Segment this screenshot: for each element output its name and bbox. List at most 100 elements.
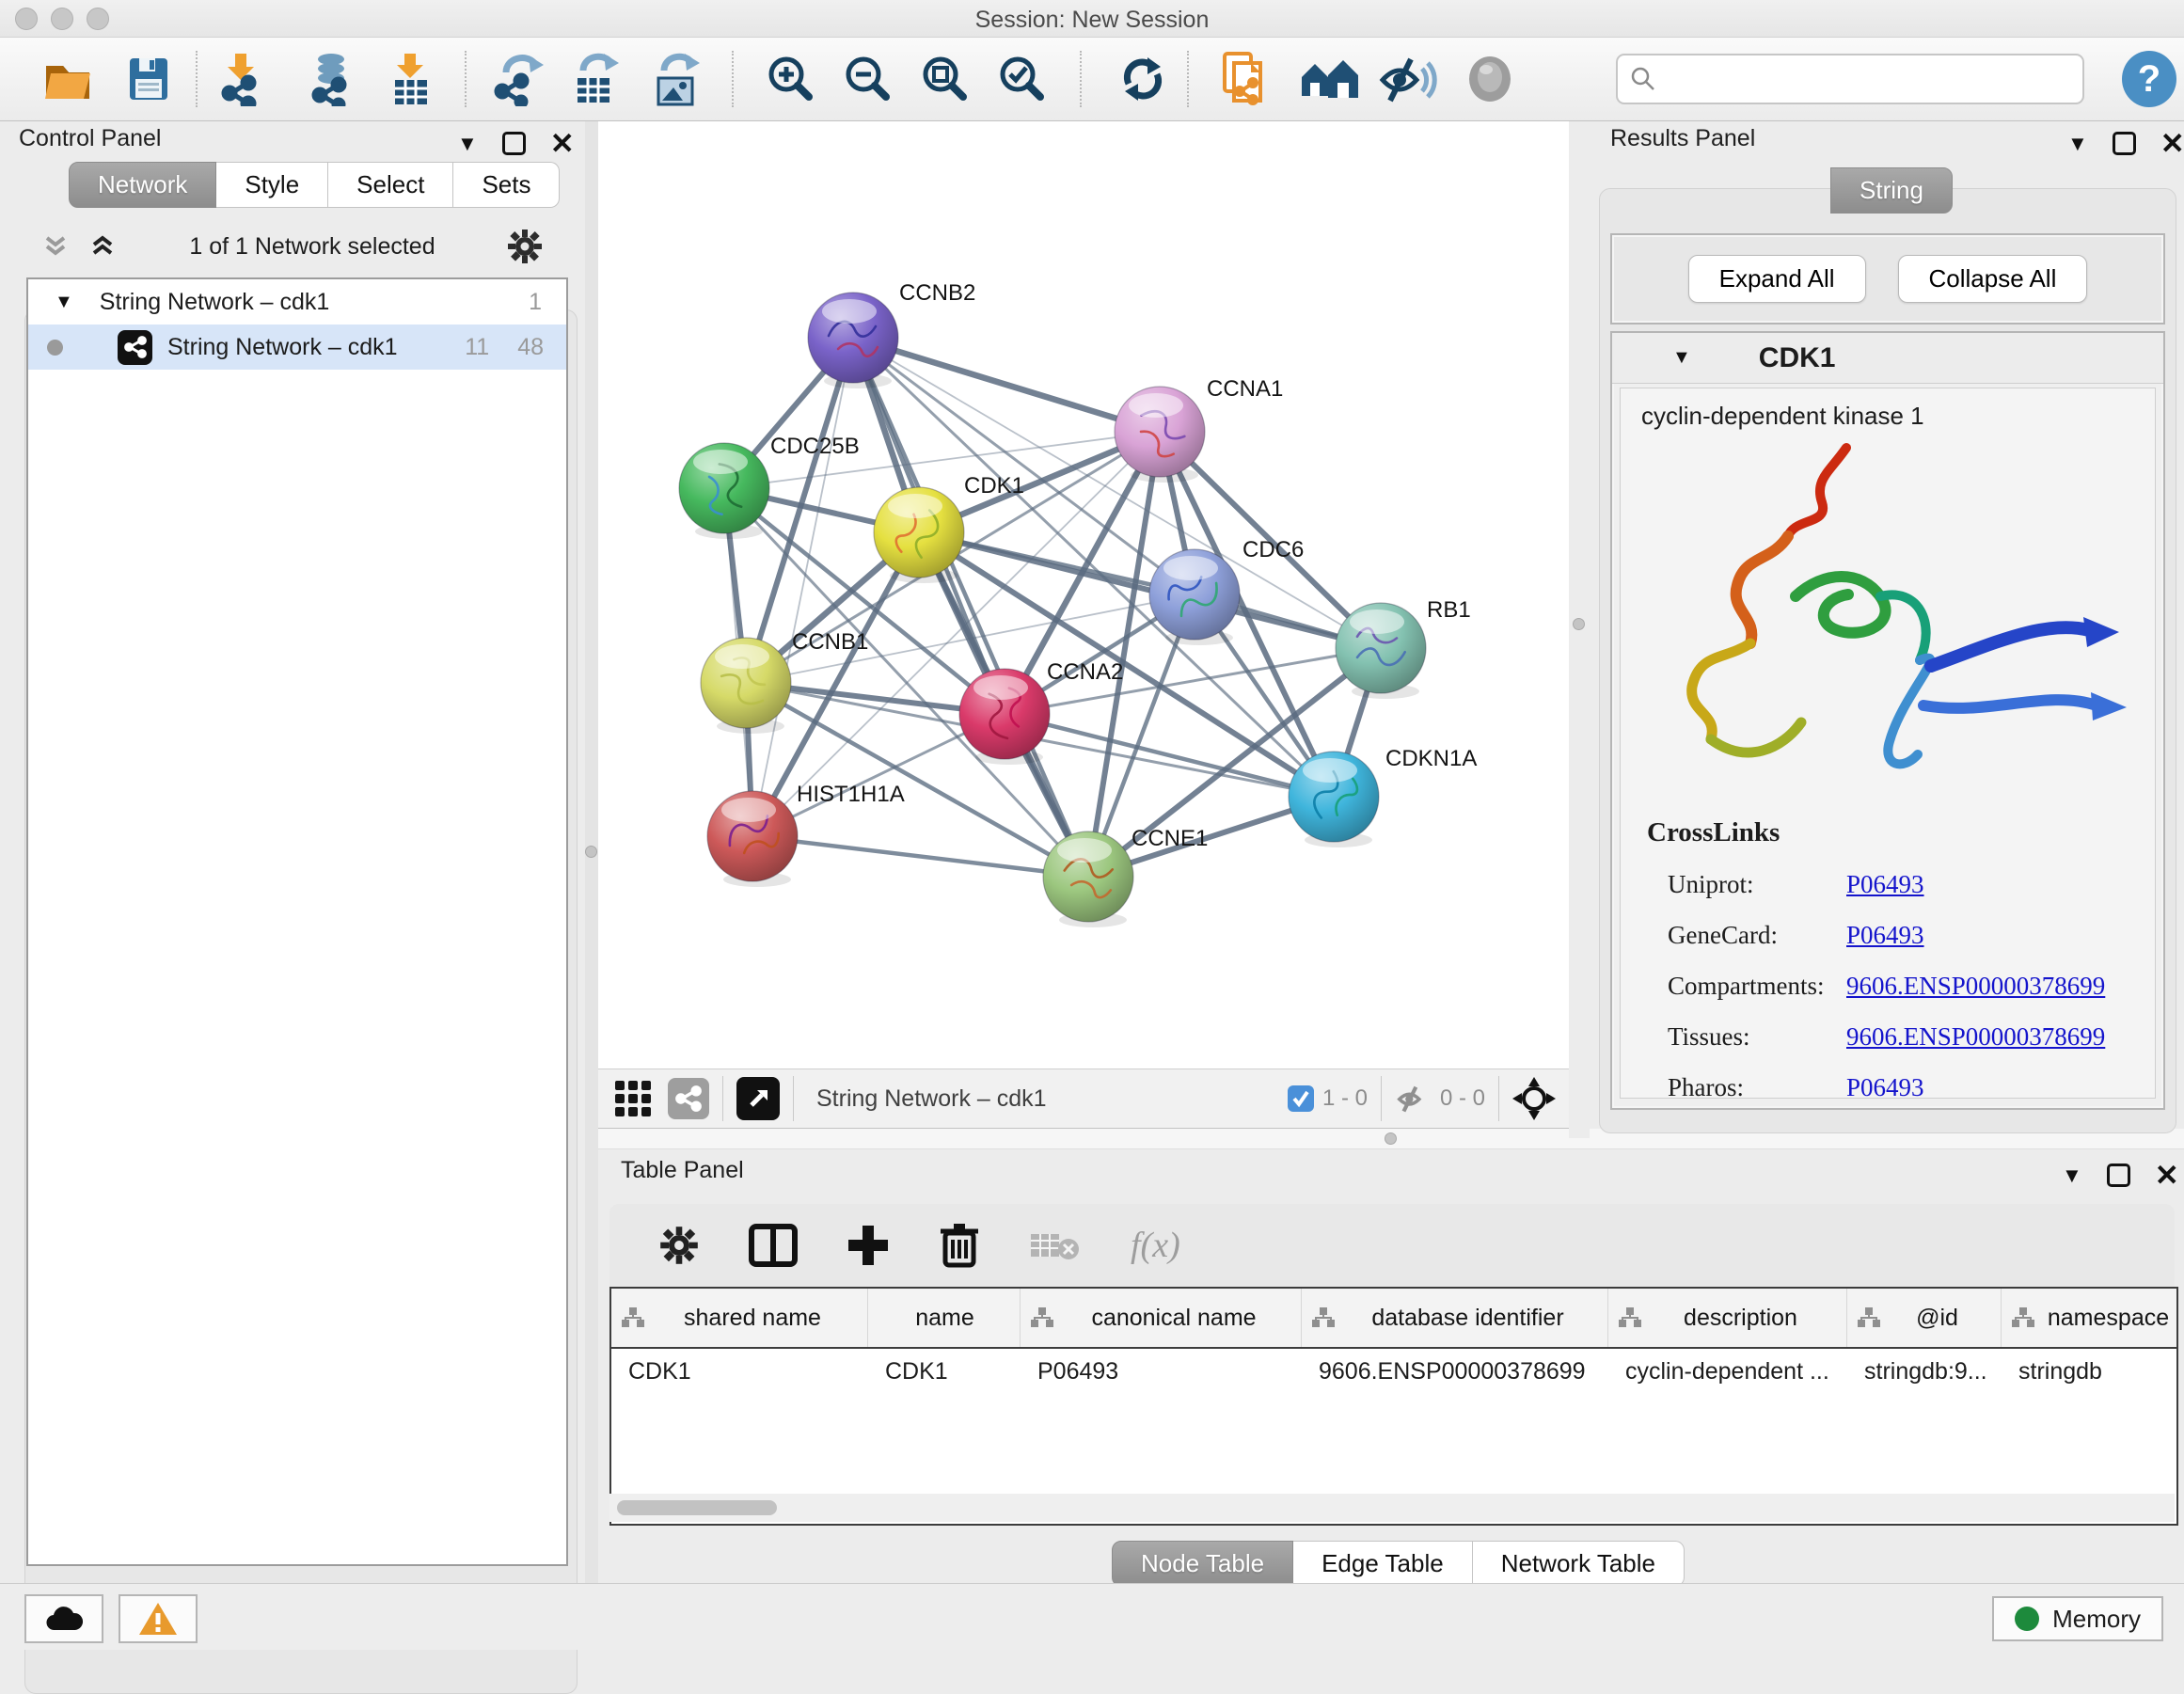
column-header-name[interactable]: name bbox=[868, 1289, 1021, 1347]
collapse-panel-button[interactable]: ▼ bbox=[2062, 1164, 2082, 1188]
table-cell[interactable]: CDK1 bbox=[611, 1358, 868, 1385]
table-row[interactable]: CDK1CDK1P064939606.ENSP00000378699cyclin… bbox=[611, 1349, 2176, 1394]
network-overview-icon[interactable] bbox=[668, 1078, 709, 1119]
gene-header-row[interactable]: ▼ CDK1 bbox=[1612, 333, 2163, 384]
search-field[interactable] bbox=[1616, 54, 2084, 104]
import-network-database-button[interactable] bbox=[303, 52, 361, 106]
export-table-button[interactable] bbox=[568, 52, 625, 106]
network-list: ▼ String Network – cdk1 1 String Network… bbox=[26, 277, 568, 1566]
open-session-button[interactable] bbox=[41, 53, 94, 105]
table-cell[interactable]: stringdb bbox=[2002, 1358, 2178, 1385]
warnings-button[interactable] bbox=[119, 1594, 198, 1643]
table-options-gear-icon[interactable] bbox=[658, 1225, 700, 1266]
network-canvas[interactable]: CCNB2CCNA1CDC25BCDK1CDC6RB1CCNB1CCNA2CDK… bbox=[598, 121, 1569, 1069]
crosslinks-section: CrossLinks Uniprot: P06493 GeneCard: P06… bbox=[1621, 817, 2155, 1099]
zoom-selected-button[interactable] bbox=[995, 52, 1050, 106]
zoom-in-button[interactable] bbox=[764, 52, 818, 106]
selected-checkbox-icon[interactable] bbox=[1287, 1084, 1315, 1113]
expand-all-button[interactable]: Expand All bbox=[1688, 255, 1866, 303]
node-details-box: ▼ CDK1 cyclin-dependent kinase 1 bbox=[1610, 331, 2165, 1110]
float-panel-button[interactable] bbox=[502, 132, 526, 155]
grid-view-icon[interactable] bbox=[613, 1079, 653, 1118]
table-cell[interactable]: stringdb:9... bbox=[1847, 1358, 2002, 1385]
tab-select[interactable]: Select bbox=[328, 162, 453, 208]
tab-style[interactable]: Style bbox=[216, 162, 328, 208]
float-panel-button[interactable] bbox=[2107, 1164, 2130, 1187]
crosslink-link[interactable]: P06493 bbox=[1846, 1073, 1924, 1099]
tab-node-table[interactable]: Node Table bbox=[1112, 1541, 1293, 1587]
table-tabs: Node Table Edge Table Network Table bbox=[1112, 1541, 1685, 1587]
show-columns-icon[interactable] bbox=[749, 1224, 798, 1267]
birdseye-toggle-icon[interactable] bbox=[736, 1077, 780, 1120]
collection-expand-icon[interactable]: ▼ bbox=[55, 292, 73, 313]
network-graph[interactable]: CCNB2CCNA1CDC25BCDK1CDC6RB1CCNB1CCNA2CDK… bbox=[598, 121, 1569, 1069]
divider-handle[interactable] bbox=[1385, 1132, 1397, 1145]
collapse-all-networks-icon[interactable] bbox=[87, 230, 119, 262]
table-cell[interactable]: 9606.ENSP00000378699 bbox=[1302, 1358, 1608, 1385]
network-row[interactable]: String Network – cdk1 11 48 bbox=[28, 325, 566, 370]
tab-network[interactable]: Network bbox=[69, 162, 216, 208]
divider-handle[interactable] bbox=[1573, 618, 1585, 630]
network-edge-ccnb2-hist1h1a[interactable] bbox=[752, 338, 853, 836]
show-graphics-button[interactable] bbox=[1464, 53, 1516, 105]
table-horizontal-scrollbar[interactable] bbox=[609, 1494, 2175, 1522]
collapse-panel-button[interactable]: ▼ bbox=[457, 132, 478, 156]
table-cell[interactable]: P06493 bbox=[1021, 1358, 1302, 1385]
panel-divider[interactable] bbox=[1569, 121, 1590, 1138]
gene-expand-icon[interactable]: ▼ bbox=[1672, 347, 1691, 369]
tab-network-table[interactable]: Network Table bbox=[1473, 1541, 1685, 1587]
collapse-all-button[interactable]: Collapse All bbox=[1898, 255, 2088, 303]
tab-string[interactable]: String bbox=[1830, 167, 1953, 214]
expand-all-networks-icon[interactable] bbox=[40, 230, 71, 262]
close-panel-button[interactable]: ✕ bbox=[550, 129, 575, 158]
memory-button[interactable]: Memory bbox=[1992, 1596, 2163, 1641]
collapse-panel-button[interactable]: ▼ bbox=[2067, 132, 2088, 156]
column-header-database-identifier[interactable]: database identifier bbox=[1302, 1289, 1608, 1347]
help-button[interactable]: ? bbox=[2122, 51, 2176, 107]
fit-selected-crosshair-icon[interactable] bbox=[1512, 1077, 1556, 1120]
tab-edge-table[interactable]: Edge Table bbox=[1293, 1541, 1473, 1587]
column-header-shared-name[interactable]: shared name bbox=[611, 1289, 868, 1347]
hidden-eye-slash-icon[interactable] bbox=[1395, 1083, 1432, 1115]
zoom-out-button[interactable] bbox=[841, 52, 895, 106]
save-session-button[interactable] bbox=[122, 53, 175, 105]
apply-layout-button[interactable] bbox=[1116, 52, 1170, 106]
crosslink-link[interactable]: 9606.ENSP00000378699 bbox=[1846, 972, 2105, 1001]
network-options-gear-icon[interactable] bbox=[506, 228, 544, 265]
scrollbar-thumb[interactable] bbox=[617, 1500, 777, 1515]
cloud-button[interactable] bbox=[24, 1594, 103, 1643]
column-label: description bbox=[1642, 1305, 1846, 1332]
column-header-namespace[interactable]: namespace bbox=[2002, 1289, 2178, 1347]
close-panel-button[interactable]: ✕ bbox=[2155, 1161, 2179, 1190]
annotations-button[interactable] bbox=[1217, 50, 1274, 108]
network-view-toolbar: String Network – cdk1 1 - 0 0 - 0 bbox=[598, 1069, 1569, 1129]
network-edge-ccnb2-ccna1[interactable] bbox=[853, 338, 1160, 432]
export-network-button[interactable] bbox=[489, 52, 547, 106]
export-image-button[interactable] bbox=[649, 52, 705, 106]
hide-glyphs-button[interactable] bbox=[1379, 52, 1439, 106]
network-collection-row[interactable]: ▼ String Network – cdk1 1 bbox=[28, 279, 566, 325]
float-panel-button[interactable] bbox=[2113, 132, 2136, 155]
zoom-fit-button[interactable] bbox=[918, 52, 973, 106]
panel-divider[interactable] bbox=[585, 121, 598, 1583]
crosslink-link[interactable]: 9606.ENSP00000378699 bbox=[1846, 1022, 2105, 1052]
crosslink-link[interactable]: P06493 bbox=[1846, 870, 1924, 899]
column-header-description[interactable]: description bbox=[1608, 1289, 1847, 1347]
add-column-icon[interactable] bbox=[847, 1224, 890, 1267]
column-header-canonical-name[interactable]: canonical name bbox=[1021, 1289, 1302, 1347]
import-network-file-button[interactable] bbox=[214, 52, 273, 106]
search-input[interactable] bbox=[1657, 66, 2062, 92]
table-cell[interactable]: CDK1 bbox=[868, 1358, 1021, 1385]
import-table-button[interactable] bbox=[384, 52, 440, 106]
network-node-label-RB1: RB1 bbox=[1427, 597, 1471, 623]
table-cell[interactable]: cyclin-dependent ... bbox=[1608, 1358, 1847, 1385]
divider-handle[interactable] bbox=[585, 846, 597, 858]
crosslink-link[interactable]: P06493 bbox=[1846, 921, 1924, 950]
network-edge-hist1h1a-ccne1[interactable] bbox=[752, 836, 1088, 877]
toolbar-separator bbox=[1080, 51, 1082, 107]
close-panel-button[interactable]: ✕ bbox=[2160, 129, 2184, 158]
column-header-@id[interactable]: @id bbox=[1847, 1289, 2002, 1347]
delete-column-icon[interactable] bbox=[939, 1222, 980, 1269]
string-home-button[interactable] bbox=[1300, 53, 1360, 105]
tab-sets[interactable]: Sets bbox=[453, 162, 560, 208]
